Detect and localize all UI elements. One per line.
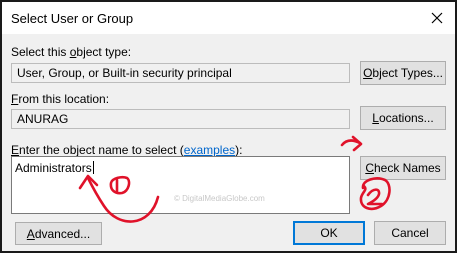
object-type-field: User, Group, or Built-in security princi… (11, 63, 350, 83)
check-names-button[interactable]: Check Names (360, 156, 446, 180)
examples-link[interactable]: examples (184, 143, 235, 157)
text-caret (92, 161, 94, 174)
advanced-button[interactable]: Advanced... (15, 222, 102, 245)
object-name-label: Enter the object name to select (example… (11, 143, 243, 157)
object-types-button[interactable]: Object Types... (360, 61, 446, 85)
window-title: Select User or Group (11, 11, 134, 26)
object-type-label: Select this object type: (11, 45, 132, 59)
select-user-or-group-dialog: Select User or Group Select this object … (0, 0, 457, 253)
cancel-button[interactable]: Cancel (374, 221, 446, 245)
object-name-value: Administrators (15, 161, 92, 175)
location-field: ANURAG (11, 109, 350, 129)
title-bar: Select User or Group (2, 2, 455, 34)
close-button[interactable] (423, 4, 451, 32)
close-icon (431, 12, 443, 24)
locations-button[interactable]: Locations... (360, 106, 446, 130)
object-name-input[interactable]: Administrators (11, 156, 350, 214)
location-label: From this location: (11, 92, 110, 106)
watermark-text: © DigitalMediaGlobe.com (174, 194, 265, 203)
ok-button[interactable]: OK (293, 221, 365, 245)
